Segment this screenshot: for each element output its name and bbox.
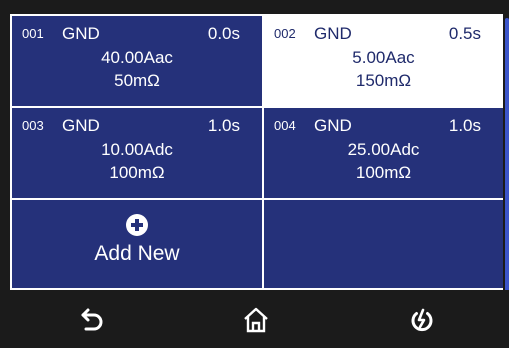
home-icon: [244, 307, 268, 333]
add-new-button[interactable]: Add New: [10, 198, 264, 290]
step-tile-002[interactable]: 002 GND 0.5s 5.00Aac 150mΩ: [262, 14, 503, 108]
step-mode: GND: [314, 116, 352, 135]
step-tile-004[interactable]: 004 GND 1.0s 25.00Adc 100mΩ: [262, 106, 503, 200]
step-current: 10.00Adc: [101, 140, 173, 159]
power-icon: [411, 308, 433, 332]
step-number: 001: [22, 26, 44, 41]
back-button[interactable]: [73, 300, 113, 340]
step-tile-001[interactable]: 001 GND 0.0s 40.00Aac 50mΩ: [10, 14, 264, 108]
empty-tile: [262, 198, 503, 290]
step-time: 1.0s: [448, 116, 481, 135]
step-time: 0.5s: [448, 24, 481, 43]
step-number: 003: [22, 118, 44, 133]
step-current: 5.00Aac: [352, 48, 415, 67]
add-new-label: Add New: [94, 242, 180, 265]
step-resistance: 100mΩ: [109, 163, 165, 182]
home-button[interactable]: [236, 300, 276, 340]
step-number: 002: [274, 26, 296, 41]
plus-circle-icon: [126, 214, 148, 236]
step-mode: GND: [62, 116, 100, 135]
back-arrow-icon: [81, 308, 103, 331]
step-resistance: 100mΩ: [355, 163, 412, 182]
step-time: 1.0s: [207, 116, 240, 135]
step-tile-003[interactable]: 003 GND 1.0s 10.00Adc 100mΩ: [10, 106, 264, 200]
bottom-nav-bar: [0, 290, 509, 348]
step-resistance: 150mΩ: [355, 71, 412, 90]
step-current: 40.00Aac: [101, 48, 173, 67]
step-time: 0.0s: [207, 24, 240, 43]
step-resistance: 50mΩ: [114, 71, 160, 90]
step-current: 25.00Adc: [347, 140, 420, 159]
power-button[interactable]: [402, 300, 442, 340]
step-number: 004: [274, 118, 296, 133]
step-list-screen: 001 GND 0.0s 40.00Aac 50mΩ 002 GND 0.5s …: [10, 14, 509, 294]
vertical-scrollbar[interactable]: [505, 18, 509, 294]
step-mode: GND: [62, 24, 100, 43]
step-mode: GND: [314, 24, 352, 43]
step-grid: 001 GND 0.0s 40.00Aac 50mΩ 002 GND 0.5s …: [10, 14, 503, 290]
